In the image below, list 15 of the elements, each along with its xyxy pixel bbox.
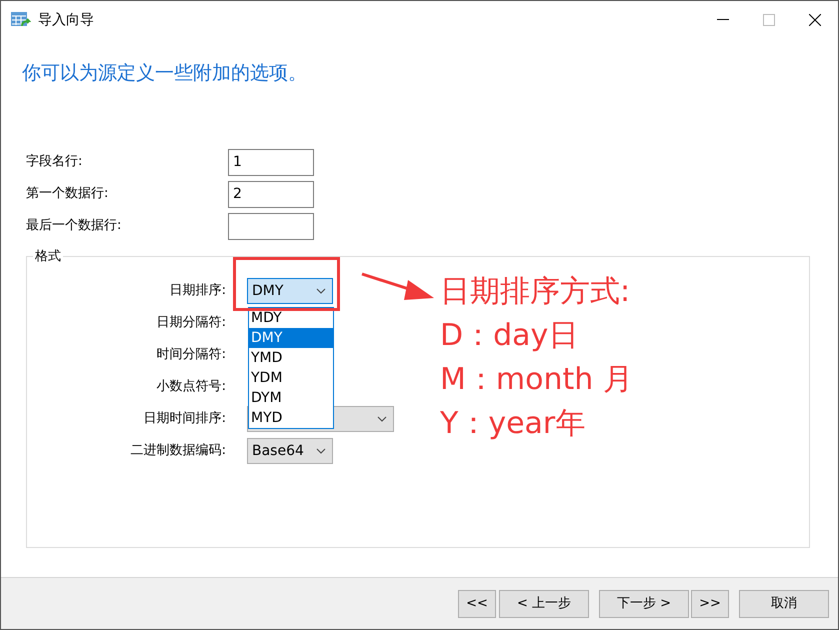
field-label: 日期时间排序: (142, 410, 227, 428)
field-label: 最后一个数据行: (26, 217, 122, 236)
field-label: 时间分隔符: (156, 346, 227, 364)
annotation-text: 日期排序方式: (440, 273, 632, 311)
field-label: 日期分隔符: (156, 314, 227, 332)
window-title: 导入向导 (38, 10, 94, 30)
field-label: 日期排序: (168, 282, 227, 300)
annotation-text: Y：year年 (440, 405, 586, 443)
field-label: 字段名行: (26, 153, 84, 172)
field-label: 第一个数据行: (26, 185, 110, 204)
annotation-text: M：month 月 (440, 361, 633, 399)
annotation-text: D：day日 (440, 317, 580, 355)
page-heading: 你可以为源定义一些附加的选项。 (21, 61, 308, 86)
field-label: 二进制数据编码: (130, 442, 227, 460)
field-label: 小数点符号: (156, 378, 227, 396)
